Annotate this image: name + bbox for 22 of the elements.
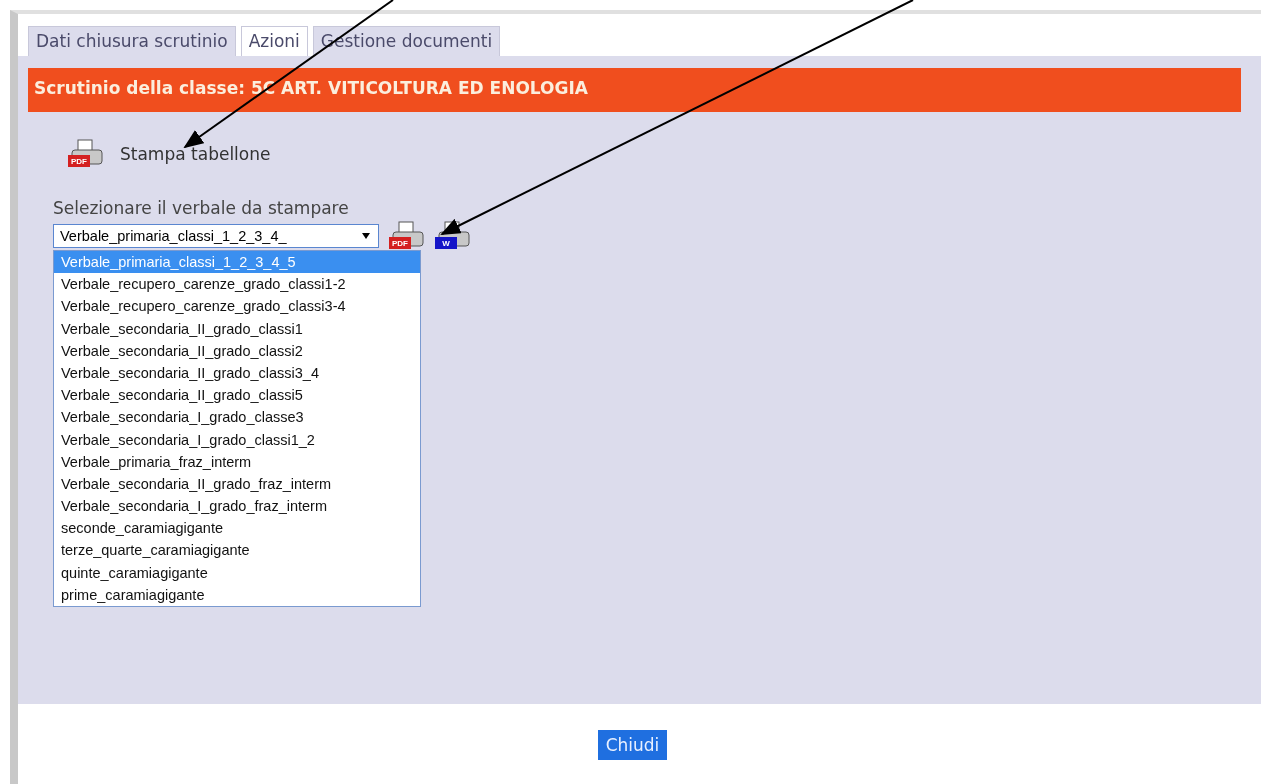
tab[interactable]: Dati chiusura scrutinio (28, 26, 236, 56)
dropdown-option[interactable]: prime_caramiagigante (54, 583, 420, 606)
dropdown-option[interactable]: seconde_caramiagigante (54, 517, 420, 540)
dropdown-option[interactable]: Verbale_secondaria_II_grado_fraz_interm (54, 472, 420, 496)
dropdown-option[interactable]: Verbale_secondaria_I_grado_classe3 (54, 406, 420, 429)
report-dropdown[interactable]: Verbale_primaria_classi_1_2_3_4_ (53, 224, 379, 248)
dropdown-option[interactable]: Verbale_recupero_carenze_grado_classi3-4 (54, 295, 420, 318)
dropdown-option[interactable]: Verbale_secondaria_II_grado_classi2 (54, 339, 420, 362)
dropdown-option[interactable]: Verbale_secondaria_I_grado_fraz_interm (54, 495, 420, 518)
dropdown-option[interactable]: Verbale_secondaria_II_grado_classi1 (54, 317, 420, 340)
print-board-link[interactable]: Stampa tabellone (120, 144, 271, 164)
dropdown-option[interactable]: Verbale_secondaria_I_grado_classi1_2 (54, 428, 420, 451)
dropdown-option[interactable]: terze_quarte_caramiagigante (54, 539, 420, 562)
dropdown-option[interactable]: Verbale_secondaria_II_grado_classi5 (54, 384, 420, 407)
dropdown-option[interactable]: quinte_caramiagigante (54, 561, 420, 584)
dropdown-option[interactable]: Verbale_secondaria_II_grado_classi3_4 (54, 361, 420, 385)
caret-icon (362, 233, 370, 239)
dropdown-option[interactable]: Verbale_primaria_fraz_interm (54, 450, 420, 473)
dropdown-option[interactable]: Verbale_recupero_carenze_grado_classi1-2 (54, 273, 420, 296)
tab[interactable]: Azioni (240, 26, 308, 56)
select-label: Selezionare il verbale da stampare (53, 198, 350, 218)
close-button[interactable]: Chiudi (597, 730, 668, 760)
